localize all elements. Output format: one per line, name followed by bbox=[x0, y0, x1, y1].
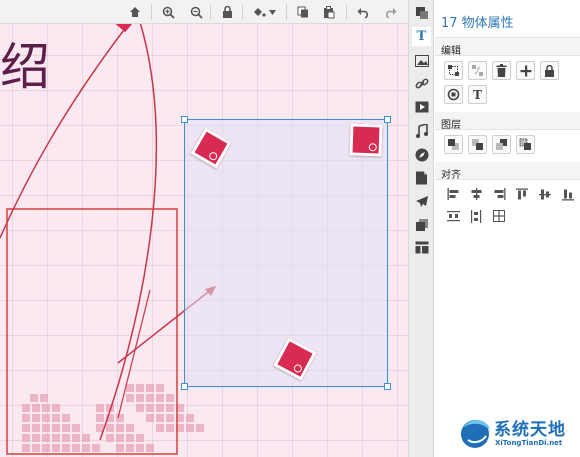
ungroup-button[interactable] bbox=[468, 61, 487, 80]
add-button[interactable] bbox=[516, 61, 535, 80]
text-button-label: T bbox=[473, 87, 482, 102]
align-buttons-row-1 bbox=[435, 180, 580, 202]
layer-section-header: 图层 bbox=[435, 112, 580, 131]
plane-icon[interactable] bbox=[412, 192, 431, 211]
layers-icon[interactable] bbox=[412, 3, 431, 22]
text-icon[interactable]: T bbox=[412, 27, 431, 46]
site-watermark: 系统天地 XiTongTianDi.net bbox=[458, 412, 576, 454]
link-icon[interactable] bbox=[412, 74, 431, 93]
video-icon[interactable] bbox=[412, 97, 431, 116]
align-bottom-icon[interactable] bbox=[559, 186, 577, 202]
toolbar-divider bbox=[242, 4, 243, 20]
group-button[interactable] bbox=[444, 61, 463, 80]
home-icon[interactable] bbox=[126, 3, 144, 21]
zoom-in-icon[interactable] bbox=[159, 3, 177, 21]
properties-panel: 17 物体属性 编辑 T 图层 对齐 bbox=[435, 0, 580, 457]
resize-handle-bottom-right[interactable] bbox=[384, 383, 391, 390]
center-on-page-icon[interactable] bbox=[490, 208, 508, 224]
toolbar-divider bbox=[151, 4, 152, 20]
copy-icon[interactable] bbox=[294, 3, 312, 21]
edit-buttons-row-2: T bbox=[435, 80, 580, 112]
edit-buttons-row-1 bbox=[435, 56, 580, 80]
music-icon[interactable] bbox=[412, 121, 431, 140]
align-center-h-icon[interactable] bbox=[467, 186, 485, 202]
resize-handle-top-right[interactable] bbox=[384, 116, 391, 123]
resize-handle-bottom-left[interactable] bbox=[181, 383, 188, 390]
canvas-area[interactable]: 绍 bbox=[0, 0, 408, 457]
page-icon[interactable] bbox=[412, 168, 431, 187]
align-right-icon[interactable] bbox=[490, 186, 508, 202]
undo-icon[interactable] bbox=[354, 3, 372, 21]
stack-icon[interactable] bbox=[412, 215, 431, 234]
replace-button[interactable] bbox=[444, 85, 463, 104]
watermark-text: 系统天地 bbox=[494, 420, 566, 440]
distribute-vertical-icon[interactable] bbox=[467, 208, 485, 224]
align-section-header: 对齐 bbox=[435, 162, 580, 181]
toolbar-divider bbox=[346, 4, 347, 20]
toolbar-divider bbox=[210, 4, 211, 20]
text-button[interactable]: T bbox=[468, 85, 487, 104]
bring-forward-button[interactable] bbox=[468, 135, 487, 154]
align-left-icon[interactable] bbox=[444, 186, 462, 202]
compass-icon[interactable] bbox=[412, 145, 431, 164]
align-buttons-row-2 bbox=[435, 202, 580, 224]
dropdown-icon[interactable] bbox=[266, 3, 278, 21]
align-middle-v-icon[interactable] bbox=[536, 186, 554, 202]
lock-button[interactable] bbox=[540, 61, 559, 80]
align-top-icon[interactable] bbox=[513, 186, 531, 202]
distribute-horizontal-icon[interactable] bbox=[444, 208, 462, 224]
send-to-back-button[interactable] bbox=[516, 135, 535, 154]
resize-handle-top-left[interactable] bbox=[181, 116, 188, 123]
edit-section-header: 编辑 bbox=[435, 38, 580, 57]
top-toolbar bbox=[0, 0, 408, 24]
text-icon-glyph: T bbox=[416, 29, 427, 44]
lock-icon[interactable] bbox=[218, 3, 236, 21]
toolbar-divider bbox=[286, 4, 287, 20]
layout-icon[interactable] bbox=[412, 238, 431, 257]
panel-title: 17 物体属性 bbox=[435, 0, 580, 38]
send-backward-button[interactable] bbox=[492, 135, 511, 154]
tool-icon-strip: T bbox=[408, 0, 434, 457]
paste-icon[interactable] bbox=[320, 3, 338, 21]
delete-button[interactable] bbox=[492, 61, 511, 80]
sticker-square[interactable] bbox=[349, 123, 383, 157]
watermark-logo bbox=[461, 419, 490, 448]
redo-icon[interactable] bbox=[381, 3, 399, 21]
bring-to-front-button[interactable] bbox=[444, 135, 463, 154]
watermark-subtext: XiTongTianDi.net bbox=[495, 439, 563, 447]
layer-buttons-row bbox=[435, 130, 580, 162]
canvas-title-text[interactable]: 绍 bbox=[0, 42, 52, 92]
zoom-out-icon[interactable] bbox=[187, 3, 205, 21]
image-icon[interactable] bbox=[412, 51, 431, 70]
